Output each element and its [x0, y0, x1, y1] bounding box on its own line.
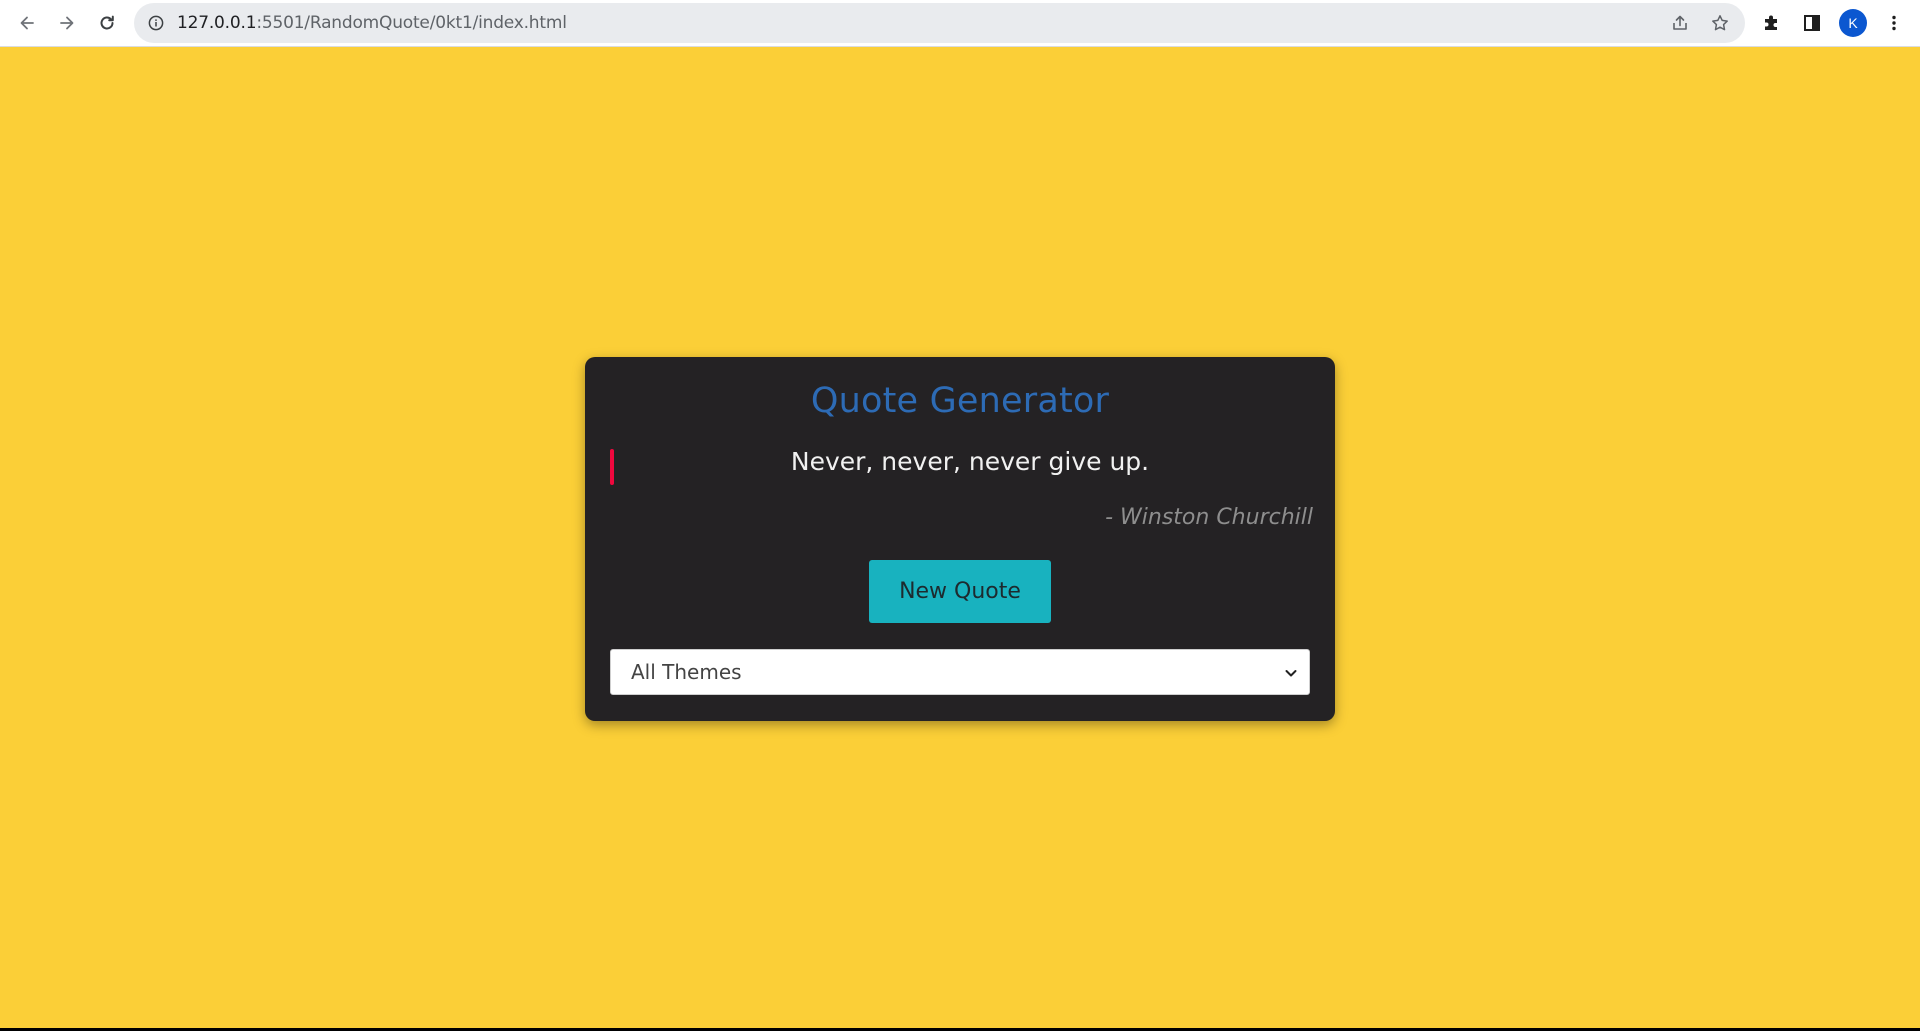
extensions-button[interactable] — [1759, 10, 1785, 36]
page-viewport: Quote Generator Never, never, never give… — [0, 47, 1920, 1028]
browser-menu-button[interactable] — [1881, 10, 1907, 36]
puzzle-icon — [1765, 15, 1777, 30]
bookmark-button[interactable] — [1707, 10, 1733, 36]
chevron-down-icon — [1285, 670, 1297, 677]
url-text[interactable]: 127.0.0.1:5501/RandomQuote/0kt1/index.ht… — [177, 13, 567, 33]
site-info-icon[interactable] — [147, 14, 165, 32]
forward-button[interactable] — [47, 3, 87, 43]
quote-card: Quote Generator Never, never, never give… — [585, 357, 1335, 721]
reload-icon — [100, 15, 114, 30]
side-panel-icon — [1804, 15, 1820, 31]
theme-select[interactable]: All Themes — [610, 649, 1310, 695]
arrow-right-icon — [60, 16, 74, 30]
theme-select-value: All Themes — [631, 660, 742, 684]
side-panel-button[interactable] — [1799, 10, 1825, 36]
url-path: :5501/RandomQuote/0kt1/index.html — [256, 13, 567, 33]
profile-avatar[interactable]: K — [1839, 9, 1867, 37]
share-icon — [1673, 15, 1687, 30]
arrow-left-icon — [20, 16, 34, 30]
address-bar[interactable]: 127.0.0.1:5501/RandomQuote/0kt1/index.ht… — [134, 3, 1745, 43]
new-quote-button[interactable]: New Quote — [869, 560, 1051, 623]
back-button[interactable] — [7, 3, 47, 43]
browser-toolbar: 127.0.0.1:5501/RandomQuote/0kt1/index.ht… — [0, 0, 1920, 46]
quote-text: Never, never, never give up. — [790, 447, 1150, 476]
star-icon — [1712, 15, 1728, 31]
share-button[interactable] — [1667, 10, 1693, 36]
quote-accent-bar — [610, 449, 614, 485]
reload-button[interactable] — [87, 3, 127, 43]
quote-author: - Winston Churchill — [1105, 505, 1313, 530]
more-vertical-icon — [1892, 15, 1896, 31]
url-host: 127.0.0.1 — [177, 13, 257, 33]
page-title: Quote Generator — [810, 381, 1110, 421]
